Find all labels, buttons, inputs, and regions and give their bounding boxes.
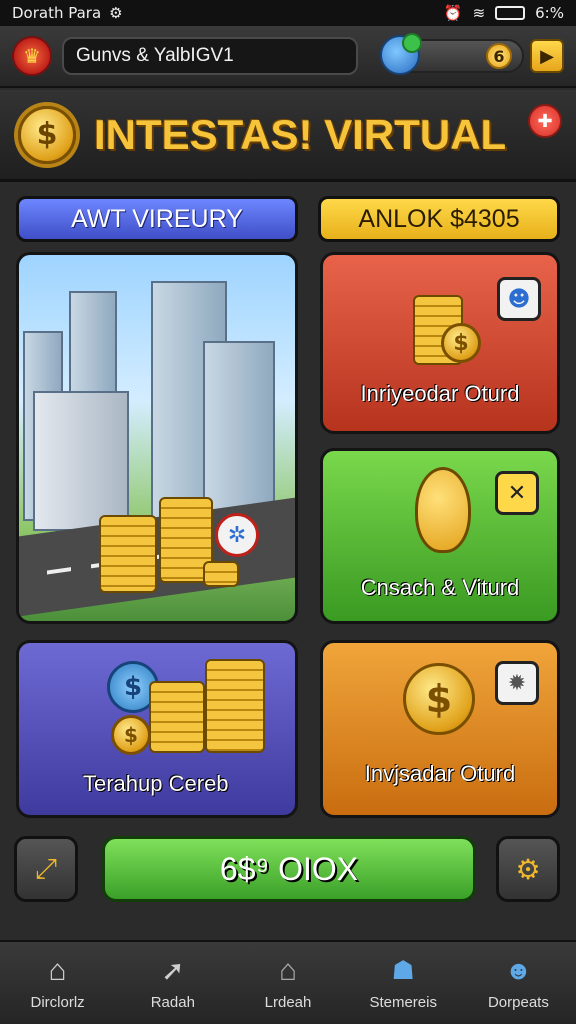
- orange-panel[interactable]: $ ✹ Invjsadar Oturd: [320, 640, 560, 818]
- navigate-icon: ➚: [161, 955, 185, 986]
- building: [203, 341, 275, 521]
- player-name-field[interactable]: Gunvs & YalbIGV1: [62, 37, 358, 75]
- gear-icon[interactable]: ⚙: [496, 836, 560, 902]
- dollar-coin-icon: $: [403, 663, 475, 735]
- battery-percent: 6:%: [535, 4, 564, 22]
- coin-stack: [203, 561, 239, 587]
- expand-icon[interactable]: ✕: [495, 471, 539, 515]
- nav-label: Dorpeats: [487, 993, 549, 1011]
- nav-item-profile[interactable]: ☻ Dorpeats: [461, 942, 576, 1024]
- nav-label: Radah: [150, 993, 195, 1011]
- bottom-nav: ⌂ Dirclorlz ➚ Radah ⌂ Lrdeah ☗ Stemereis…: [0, 940, 576, 1024]
- nav-item-home[interactable]: ⌂ Dirclorlz: [0, 942, 115, 1024]
- title-bar: $ INTESTAS! VIRTUAL ✚: [0, 90, 576, 182]
- collect-button[interactable]: 6$⁹ OIOX: [102, 836, 476, 902]
- home-icon: ⌂: [48, 953, 67, 987]
- alarm-icon: ⏰: [443, 4, 463, 22]
- arrow-right-icon[interactable]: ▶: [530, 39, 564, 73]
- coin-stack: [205, 659, 265, 753]
- user-icon: ☗: [391, 955, 415, 985]
- tab-left[interactable]: AWT VIREURY: [16, 196, 298, 242]
- currency-pill[interactable]: 6: [380, 33, 524, 75]
- nav-item-stats[interactable]: ☗ Stemereis: [346, 942, 461, 1024]
- panel-label: Terahup Cereb: [83, 771, 229, 796]
- dollar-coin-icon: $: [111, 715, 151, 755]
- gear-icon[interactable]: ✹: [495, 661, 539, 705]
- expand-icon[interactable]: ⤢: [14, 836, 78, 902]
- building: [33, 391, 129, 531]
- mascot-icon: [415, 467, 471, 553]
- panel-label: Invjsadar Oturd: [364, 761, 516, 786]
- panel-label: Inriyeodar Oturd: [360, 381, 520, 406]
- home-icon: ⌂: [278, 953, 298, 987]
- page-title: INTESTAS! VIRTUAL: [94, 110, 507, 158]
- nav-label: Lrdeah: [264, 993, 312, 1011]
- close-icon[interactable]: ✚: [528, 104, 562, 138]
- nav-item-lobby[interactable]: ⌂ Lrdeah: [230, 942, 345, 1024]
- nav-label: Dirclorlz: [30, 993, 85, 1011]
- settings-icon: ⚙: [109, 4, 123, 22]
- nav-label: Stemereis: [369, 993, 437, 1011]
- status-bar: Dorath Para ⚙ ⏰ ≋ 6:%: [0, 0, 576, 26]
- gear-badge-icon: ✲: [215, 513, 259, 557]
- red-panel[interactable]: $ ☻ Inriyeodar Oturd: [320, 252, 560, 434]
- battery-icon: [495, 6, 526, 20]
- wallet: 6 ▶: [380, 33, 564, 75]
- player-name: Gunvs & YalbIGV1: [76, 45, 234, 66]
- green-panel[interactable]: ✕ Cnsach & Viturd: [320, 448, 560, 624]
- blue-panel[interactable]: $ $ Terahup Cereb: [16, 640, 298, 818]
- wifi-icon: ≋: [472, 4, 486, 22]
- chat-icon: ☻: [497, 277, 541, 321]
- nav-item-radar[interactable]: ➚ Radah: [115, 942, 230, 1024]
- carrier-label: Dorath Para: [12, 4, 102, 22]
- coin-stack: [99, 515, 157, 593]
- status-indicators: ⏰ ≋ 6:%: [444, 4, 564, 22]
- tab-right[interactable]: ANLOK $4305: [318, 196, 560, 242]
- coin-stack: [149, 681, 205, 753]
- shield-icon[interactable]: ♛: [12, 36, 52, 76]
- dollar-coin-icon: $: [18, 105, 76, 164]
- city-panel[interactable]: ✲: [16, 252, 298, 624]
- wallet-icon: [380, 33, 422, 75]
- currency-value: 6: [486, 43, 512, 69]
- top-bar: ♛ Gunvs & YalbIGV1 6 ▶: [0, 26, 576, 88]
- panel-label: Cnsach & Viturd: [360, 575, 520, 600]
- user-icon: ☻: [504, 955, 533, 985]
- dollar-coin-icon: $: [441, 323, 481, 363]
